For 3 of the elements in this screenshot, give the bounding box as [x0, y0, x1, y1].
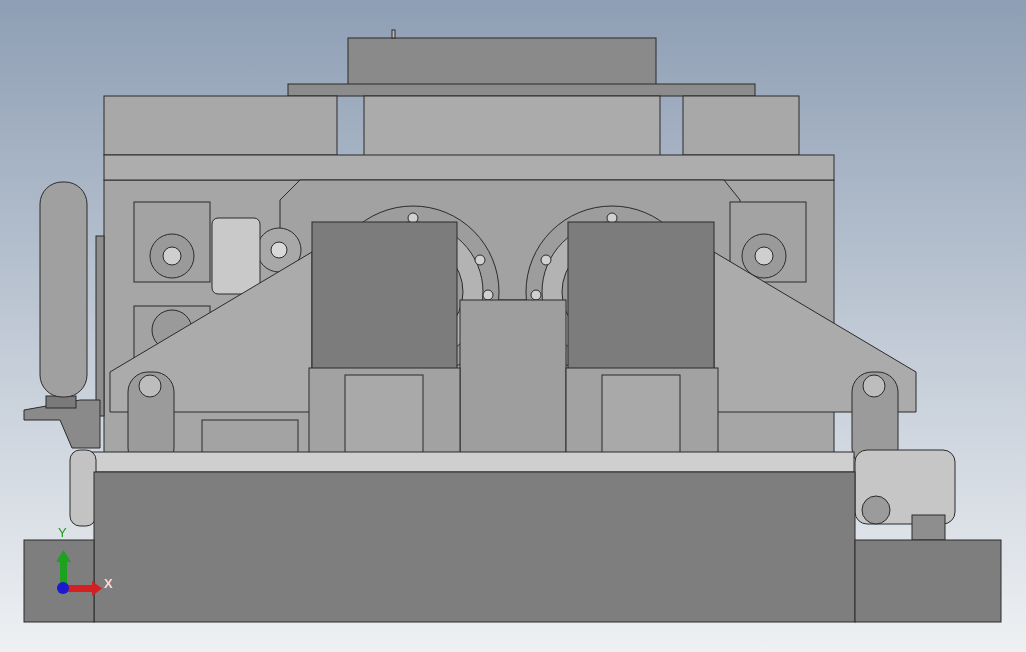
y-axis-label: Y [58, 525, 67, 540]
origin-icon [57, 582, 69, 594]
x-axis-label: X [104, 576, 113, 591]
